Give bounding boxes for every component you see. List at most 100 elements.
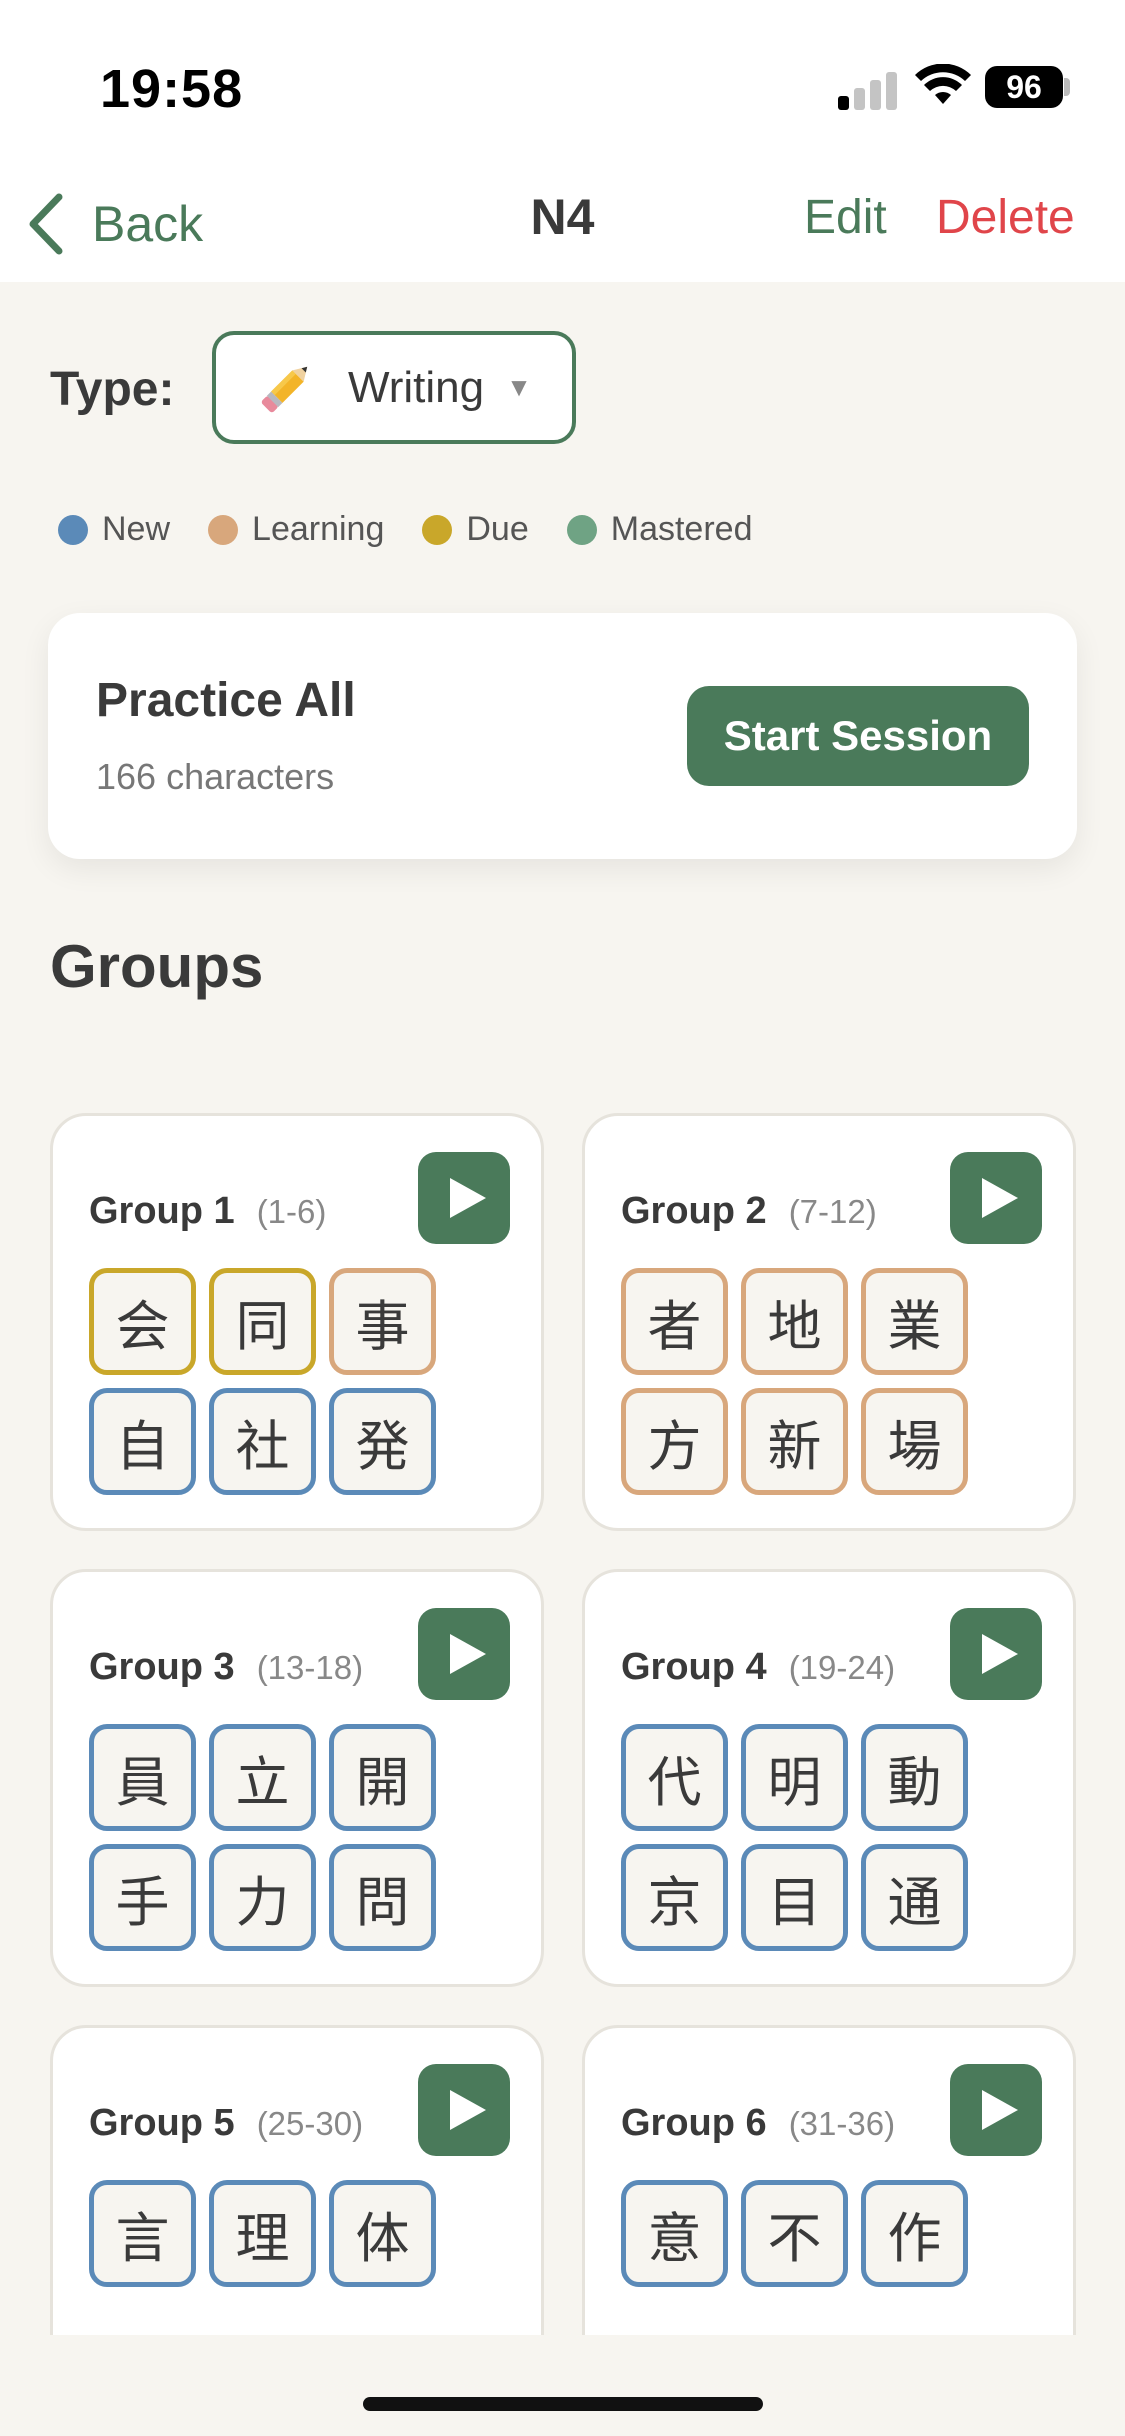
group-name: Group 4	[621, 1646, 767, 1688]
kanji-tile[interactable]: 事	[329, 1268, 436, 1375]
legend-dot	[208, 514, 239, 545]
group-name: Group 1	[89, 1190, 235, 1232]
play-icon	[450, 1634, 486, 1674]
kanji-tile[interactable]: 問	[329, 1844, 436, 1951]
kanji-tile[interactable]: 代	[621, 1724, 728, 1831]
kanji-tile[interactable]: 発	[329, 1388, 436, 1495]
home-indicator[interactable]	[363, 2397, 763, 2411]
group-card[interactable]: Group 6 (31-36) 意不作	[582, 2025, 1076, 2335]
type-value: Writing	[348, 362, 485, 412]
play-icon	[450, 1178, 486, 1218]
type-dropdown[interactable]: Writing ▼	[212, 331, 576, 444]
kanji-tile[interactable]: 会	[89, 1268, 196, 1375]
group-card[interactable]: Group 2 (7-12) 者地業方新場	[582, 1113, 1076, 1531]
kanji-tile[interactable]: 新	[741, 1388, 848, 1495]
practice-title: Practice All	[96, 674, 356, 727]
play-icon	[982, 1178, 1018, 1218]
pencil-icon	[261, 366, 308, 412]
play-group-button[interactable]	[418, 2064, 510, 2156]
legend-dot	[58, 514, 88, 545]
cellular-signal-icon	[838, 70, 898, 110]
type-label: Type:	[50, 363, 175, 416]
start-session-button[interactable]: Start Session	[687, 686, 1029, 786]
character-tiles: 者地業方新場	[621, 1268, 981, 1495]
groups-grid: Group 1 (1-6) 会同事自社発 Group 2 (7-12) 者地業方新場 Gro…	[0, 1100, 1125, 2335]
play-group-button[interactable]	[418, 1152, 510, 1244]
kanji-tile[interactable]: 者	[621, 1268, 728, 1375]
kanji-tile[interactable]: 業	[861, 1268, 968, 1375]
play-icon	[982, 2090, 1018, 2130]
kanji-tile[interactable]: 目	[741, 1844, 848, 1951]
legend-item: Learning	[208, 510, 384, 549]
kanji-tile[interactable]: 言	[89, 2180, 196, 2287]
kanji-tile[interactable]: 開	[329, 1724, 436, 1831]
group-range: (31-36)	[788, 2105, 896, 2142]
group-name: Group 6	[621, 2102, 767, 2144]
kanji-tile[interactable]: 意	[621, 2180, 728, 2287]
legend-label: Learning	[252, 510, 385, 548]
group-card[interactable]: Group 1 (1-6) 会同事自社発	[50, 1113, 544, 1531]
status-time: 19:58	[100, 59, 244, 119]
kanji-tile[interactable]: 社	[209, 1388, 316, 1495]
kanji-tile[interactable]: 力	[209, 1844, 316, 1951]
play-group-button[interactable]	[418, 1608, 510, 1700]
kanji-tile[interactable]: 体	[329, 2180, 436, 2287]
group-card[interactable]: Group 4 (19-24) 代明動京目通	[582, 1569, 1076, 1987]
practice-all-card: Practice All 166 characters Start Sessio…	[48, 613, 1077, 859]
kanji-tile[interactable]: 京	[621, 1844, 728, 1951]
kanji-tile[interactable]: 自	[89, 1388, 196, 1495]
group-range: (13-18)	[256, 1649, 364, 1686]
group-name: Group 2	[621, 1190, 767, 1232]
delete-button[interactable]: Delete	[936, 190, 1075, 245]
kanji-tile[interactable]: 方	[621, 1388, 728, 1495]
groups-heading: Groups	[50, 933, 264, 1000]
play-group-button[interactable]	[950, 2064, 1042, 2156]
character-tiles: 言理体	[89, 2180, 449, 2287]
group-title: Group 6 (31-36)	[621, 2102, 895, 2145]
group-card[interactable]: Group 3 (13-18) 員立開手力問	[50, 1569, 544, 1987]
play-group-button[interactable]	[950, 1152, 1042, 1244]
group-title: Group 5 (25-30)	[89, 2102, 363, 2145]
legend-item: Mastered	[566, 510, 752, 549]
kanji-tile[interactable]: 不	[741, 2180, 848, 2287]
kanji-tile[interactable]: 通	[861, 1844, 968, 1951]
kanji-tile[interactable]: 作	[861, 2180, 968, 2287]
kanji-tile[interactable]: 場	[861, 1388, 968, 1495]
group-title: Group 3 (13-18)	[89, 1646, 363, 1689]
play-icon	[982, 1634, 1018, 1674]
legend-item: New	[58, 510, 170, 549]
kanji-tile[interactable]: 理	[209, 2180, 316, 2287]
battery-tip	[1064, 78, 1070, 96]
group-range: (1-6)	[256, 1193, 327, 1230]
kanji-tile[interactable]: 地	[741, 1268, 848, 1375]
kanji-tile[interactable]: 立	[209, 1724, 316, 1831]
play-group-button[interactable]	[950, 1608, 1042, 1700]
practice-count: 166 characters	[96, 756, 335, 797]
character-tiles: 代明動京目通	[621, 1724, 981, 1951]
group-range: (25-30)	[256, 2105, 364, 2142]
edit-button[interactable]: Edit	[804, 190, 887, 245]
kanji-tile[interactable]: 手	[89, 1844, 196, 1951]
status-bar: 19:58 96	[0, 0, 1125, 170]
legend-label: New	[102, 510, 171, 548]
legend-dot	[422, 514, 453, 545]
play-icon	[450, 2090, 486, 2130]
kanji-tile[interactable]: 同	[209, 1268, 316, 1375]
group-card[interactable]: Group 5 (25-30) 言理体	[50, 2025, 544, 2335]
group-range: (7-12)	[788, 1193, 877, 1230]
group-name: Group 3	[89, 1646, 235, 1688]
legend-label: Due	[466, 510, 529, 548]
character-tiles: 意不作	[621, 2180, 981, 2287]
kanji-tile[interactable]: 明	[741, 1724, 848, 1831]
status-legend: New Learning Due Mastered	[58, 510, 790, 549]
nav-bar: Back N4 Edit Delete	[0, 170, 1125, 282]
wifi-icon	[915, 64, 971, 104]
kanji-tile[interactable]: 員	[89, 1724, 196, 1831]
dropdown-caret-icon: ▼	[506, 372, 532, 402]
legend-dot	[566, 514, 597, 545]
group-title: Group 1 (1-6)	[89, 1190, 326, 1233]
group-title: Group 4 (19-24)	[621, 1646, 895, 1689]
group-title: Group 2 (7-12)	[621, 1190, 877, 1233]
kanji-tile[interactable]: 動	[861, 1724, 968, 1831]
group-name: Group 5	[89, 2102, 235, 2144]
